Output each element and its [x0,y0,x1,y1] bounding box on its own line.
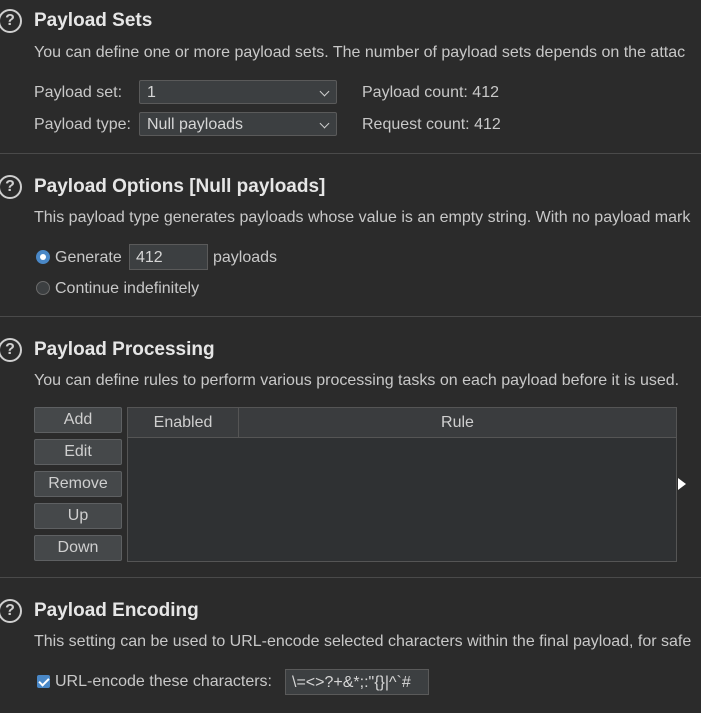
payload-encoding-title: Payload Encoding [34,600,199,621]
payload-set-label: Payload set: [34,84,123,101]
processing-rules-table[interactable]: Enabled Rule [127,407,677,562]
payload-encoding-description: This setting can be used to URL-encode s… [34,633,692,650]
payload-set-select[interactable]: 1 [139,80,337,104]
up-button[interactable]: Up [34,503,122,529]
generate-radio[interactable] [36,250,50,264]
column-header-rule[interactable]: Rule [239,408,676,437]
payload-type-select[interactable]: Null payloads [139,112,337,136]
payload-set-value: 1 [147,84,156,101]
help-icon[interactable]: ? [0,9,22,33]
generate-label: Generate [55,249,122,266]
down-button[interactable]: Down [34,535,122,561]
divider [0,577,701,578]
remove-button[interactable]: Remove [34,471,122,497]
payload-options-title: Payload Options [Null payloads] [34,176,326,197]
payload-options-description: This payload type generates payloads who… [34,209,691,226]
divider [0,153,701,154]
add-button[interactable]: Add [34,407,122,433]
payload-count: Payload count: 412 [362,84,499,101]
chevron-down-icon [319,86,330,97]
payload-sets-description: You can define one or more payload sets.… [34,44,686,61]
urlencode-label: URL-encode these characters: [55,673,272,690]
generate-count-input[interactable]: 412 [129,244,208,270]
table-header: Enabled Rule [128,408,676,438]
help-icon[interactable]: ? [0,175,22,199]
edit-button[interactable]: Edit [34,439,122,465]
payload-processing-title: Payload Processing [34,339,215,360]
help-icon[interactable]: ? [0,599,22,623]
column-header-enabled[interactable]: Enabled [128,408,239,437]
payload-type-label: Payload type: [34,116,131,133]
payload-sets-title: Payload Sets [34,10,153,31]
chevron-down-icon [319,118,330,129]
divider [0,316,701,317]
payloads-label: payloads [213,249,278,266]
payload-processing-description: You can define rules to perform various … [34,372,680,389]
urlencode-characters-input[interactable]: \=<>?+&*;:"{}|^`# [285,669,429,695]
urlencode-checkbox[interactable] [37,675,50,688]
payload-type-value: Null payloads [147,116,244,133]
request-count: Request count: 412 [362,116,501,133]
continue-indefinitely-radio[interactable] [36,281,50,295]
continue-indefinitely-label: Continue indefinitely [55,280,200,297]
help-icon[interactable]: ? [0,338,22,362]
mouse-cursor-icon [678,478,686,490]
